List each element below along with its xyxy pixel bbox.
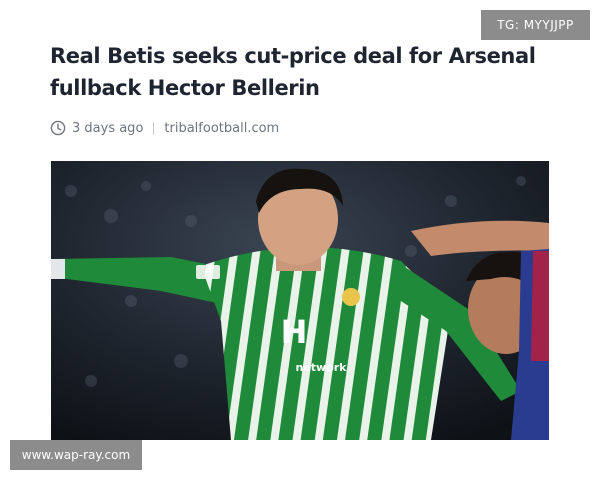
- shirt-sponsor-text: network: [295, 361, 347, 374]
- watermark-top: TG: MYYJJPP: [481, 10, 590, 40]
- svg-text:H: H: [281, 313, 308, 351]
- time-ago: 3 days ago: [72, 120, 144, 136]
- watermark-bottom: www.wap-ray.com: [10, 440, 142, 470]
- meta-divider: [153, 121, 155, 135]
- article-title[interactable]: Real Betis seeks cut-price deal for Arse…: [50, 40, 550, 104]
- article-photo[interactable]: H network: [51, 161, 549, 440]
- clock-icon: [50, 120, 66, 136]
- source-link[interactable]: tribalfootball.com: [164, 121, 279, 136]
- article-meta: 3 days ago tribalfootball.com: [50, 118, 279, 138]
